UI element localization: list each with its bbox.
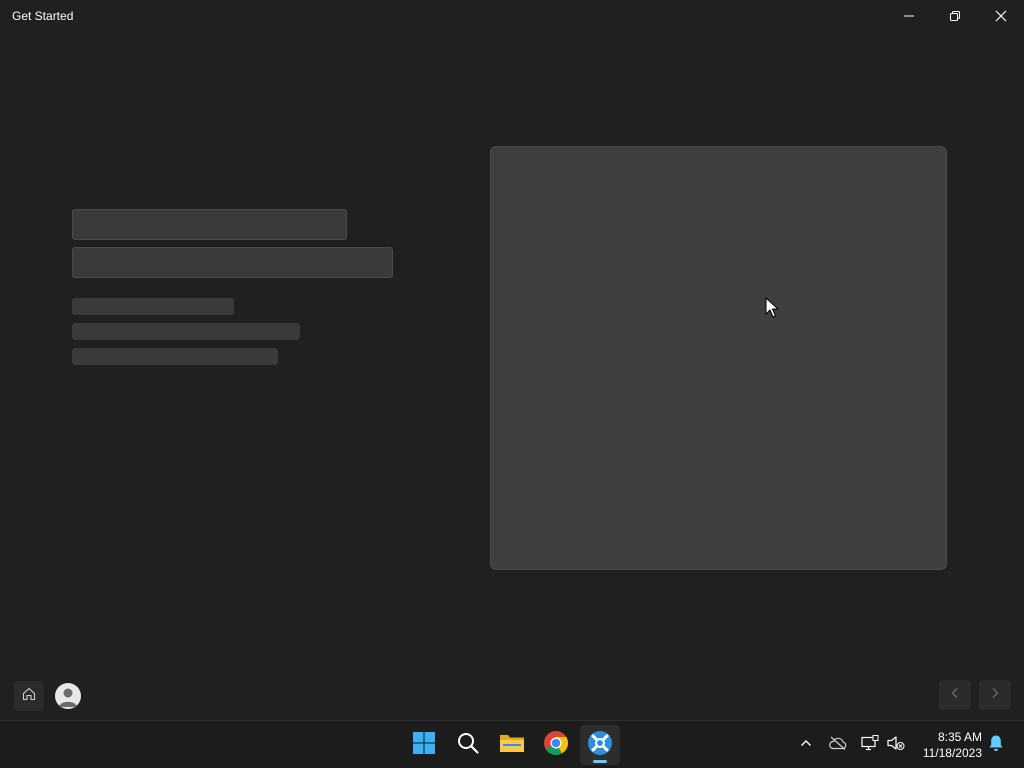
- close-button[interactable]: [978, 0, 1024, 32]
- home-icon: [21, 686, 37, 707]
- account-avatar[interactable]: [55, 683, 81, 709]
- notification-center-button[interactable]: [984, 733, 1008, 757]
- taskbar-search-button[interactable]: [448, 725, 488, 765]
- mouse-pointer-icon: [765, 296, 780, 324]
- active-app-indicator: [593, 760, 607, 763]
- get-started-window: Get Started: [0, 0, 1024, 720]
- home-button[interactable]: [14, 681, 44, 711]
- minimize-icon: [903, 10, 915, 22]
- skeleton-text-line-2: [72, 323, 300, 340]
- start-button[interactable]: [404, 725, 444, 765]
- folder-icon: [499, 731, 525, 760]
- minimize-button[interactable]: [886, 0, 932, 32]
- windows-start-icon: [412, 731, 436, 760]
- onedrive-tray-button[interactable]: [826, 733, 850, 757]
- close-icon: [995, 10, 1007, 22]
- chevron-left-icon: [949, 686, 961, 704]
- title-bar[interactable]: Get Started: [0, 0, 1024, 32]
- volume-muted-icon: [887, 735, 905, 756]
- taskbar: 8:35 AM 11/18/2023: [0, 720, 1024, 768]
- network-icon: [861, 734, 879, 756]
- skeleton-text-line-1: [72, 298, 234, 315]
- network-tray-button[interactable]: [858, 733, 882, 757]
- tray-overflow-button[interactable]: [794, 733, 818, 757]
- back-button[interactable]: [939, 680, 971, 710]
- clock-date: 11/18/2023: [922, 746, 982, 760]
- forward-button[interactable]: [979, 680, 1011, 710]
- chrome-icon: [543, 730, 569, 761]
- restore-button[interactable]: [932, 0, 978, 32]
- clock-time: 8:35 AM: [937, 730, 982, 744]
- restore-icon: [949, 10, 961, 22]
- volume-tray-button[interactable]: [884, 733, 908, 757]
- bell-icon: [988, 734, 1004, 757]
- get-started-taskbar-button[interactable]: [580, 725, 620, 765]
- skeleton-heading-line-1: [72, 209, 347, 240]
- chevron-up-icon: [800, 736, 812, 754]
- cloud-offline-icon: [829, 736, 847, 755]
- window-title: Get Started: [12, 9, 74, 23]
- search-icon: [456, 731, 480, 760]
- chevron-right-icon: [989, 686, 1001, 704]
- file-explorer-button[interactable]: [492, 725, 532, 765]
- chrome-button[interactable]: [536, 725, 576, 765]
- get-started-icon: [587, 730, 613, 761]
- account-icon: [55, 688, 81, 709]
- skeleton-text-line-3: [72, 348, 278, 365]
- skeleton-heading-line-2: [72, 247, 393, 278]
- preview-placeholder-panel: [490, 146, 947, 570]
- taskbar-clock[interactable]: 8:35 AM 11/18/2023: [912, 729, 982, 761]
